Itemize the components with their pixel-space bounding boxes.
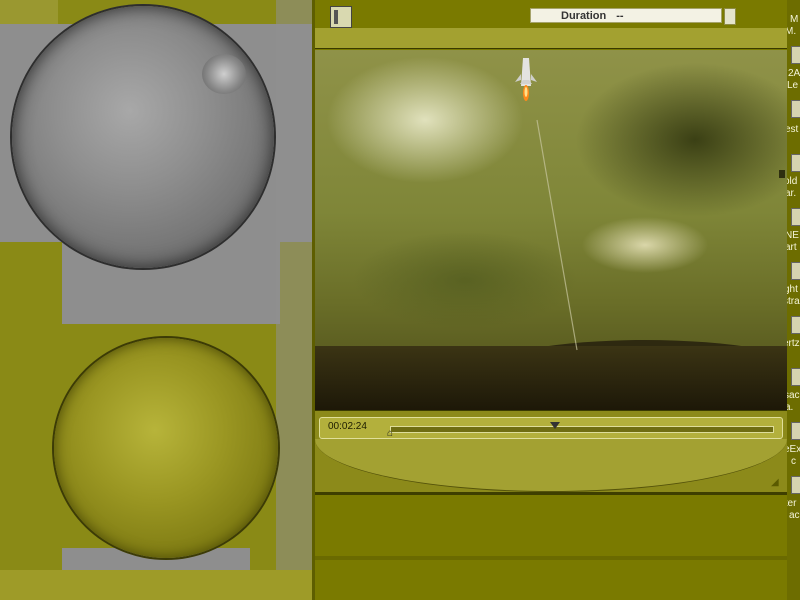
- olive-block: [0, 0, 58, 24]
- desktop-item-label: ght: [787, 284, 798, 295]
- in-point-marker-icon[interactable]: ⌂: [387, 428, 393, 439]
- desktop-item-label: art: [787, 242, 797, 253]
- desktop-item-label: a.: [787, 402, 794, 413]
- file-icon[interactable]: [791, 422, 800, 440]
- duration-toggle-button[interactable]: [724, 8, 736, 25]
- desktop-image-area: [0, 0, 312, 600]
- window-footer: [315, 492, 787, 495]
- desktop-item-label: ac: [789, 510, 800, 521]
- playhead-icon[interactable]: [550, 422, 561, 429]
- timeline-track[interactable]: [390, 422, 774, 433]
- gold-coin-image: [54, 338, 278, 558]
- desktop-item-label: est: [787, 124, 799, 135]
- video-frame[interactable]: [315, 50, 787, 410]
- coin-pit: [202, 54, 246, 94]
- player-controls: 00:02:24 ⌂ ◢: [315, 410, 787, 493]
- desktop-item-label: old: [787, 176, 798, 187]
- file-icon[interactable]: [791, 46, 800, 64]
- gray-stripe: [276, 0, 312, 600]
- duration-field: Duration --: [530, 8, 722, 23]
- desktop-item-label: c: [791, 456, 796, 467]
- file-icon[interactable]: [791, 100, 800, 118]
- video-speck: [779, 170, 785, 178]
- desktop-icon-strip: M M. 2A Le est old ar. NE art ght stra e…: [787, 0, 800, 600]
- resize-grip-icon[interactable]: ◢: [771, 477, 779, 488]
- duration-value: --: [616, 9, 624, 22]
- current-time: 00:02:24: [328, 421, 367, 432]
- desktop-item-label: sac: [787, 390, 800, 401]
- desktop-item-label: NE: [787, 230, 799, 241]
- desktop-item-label: ertz: [787, 338, 800, 349]
- controls-oval: [315, 439, 787, 492]
- file-icon[interactable]: [791, 316, 800, 334]
- duration-label: Duration: [561, 9, 607, 22]
- desktop-item-label: M.: [787, 26, 797, 37]
- file-icon[interactable]: [791, 154, 800, 172]
- rocket-launch: [515, 58, 578, 351]
- timeline-bar: 00:02:24 ⌂: [319, 417, 783, 439]
- desktop-item-label: 2A: [788, 68, 800, 79]
- file-icon[interactable]: [791, 368, 800, 386]
- desktop-band: [315, 556, 787, 560]
- file-icon[interactable]: [791, 476, 800, 494]
- desktop-item-label: inter: [787, 498, 797, 509]
- desktop-item-label: Le: [787, 80, 799, 91]
- file-icon[interactable]: [791, 262, 800, 280]
- desktop-item-label: ar.: [787, 188, 797, 199]
- olive-bottom: [0, 570, 312, 600]
- gray-coin-image: [12, 6, 274, 268]
- file-icon[interactable]: [791, 208, 800, 226]
- desktop-item-label: M: [790, 14, 799, 25]
- desktop-item-label: eEx: [787, 444, 800, 455]
- desktop-item-label: stra: [787, 296, 800, 307]
- movie-window-icon[interactable]: [330, 6, 352, 28]
- player-toolbar: [315, 28, 787, 49]
